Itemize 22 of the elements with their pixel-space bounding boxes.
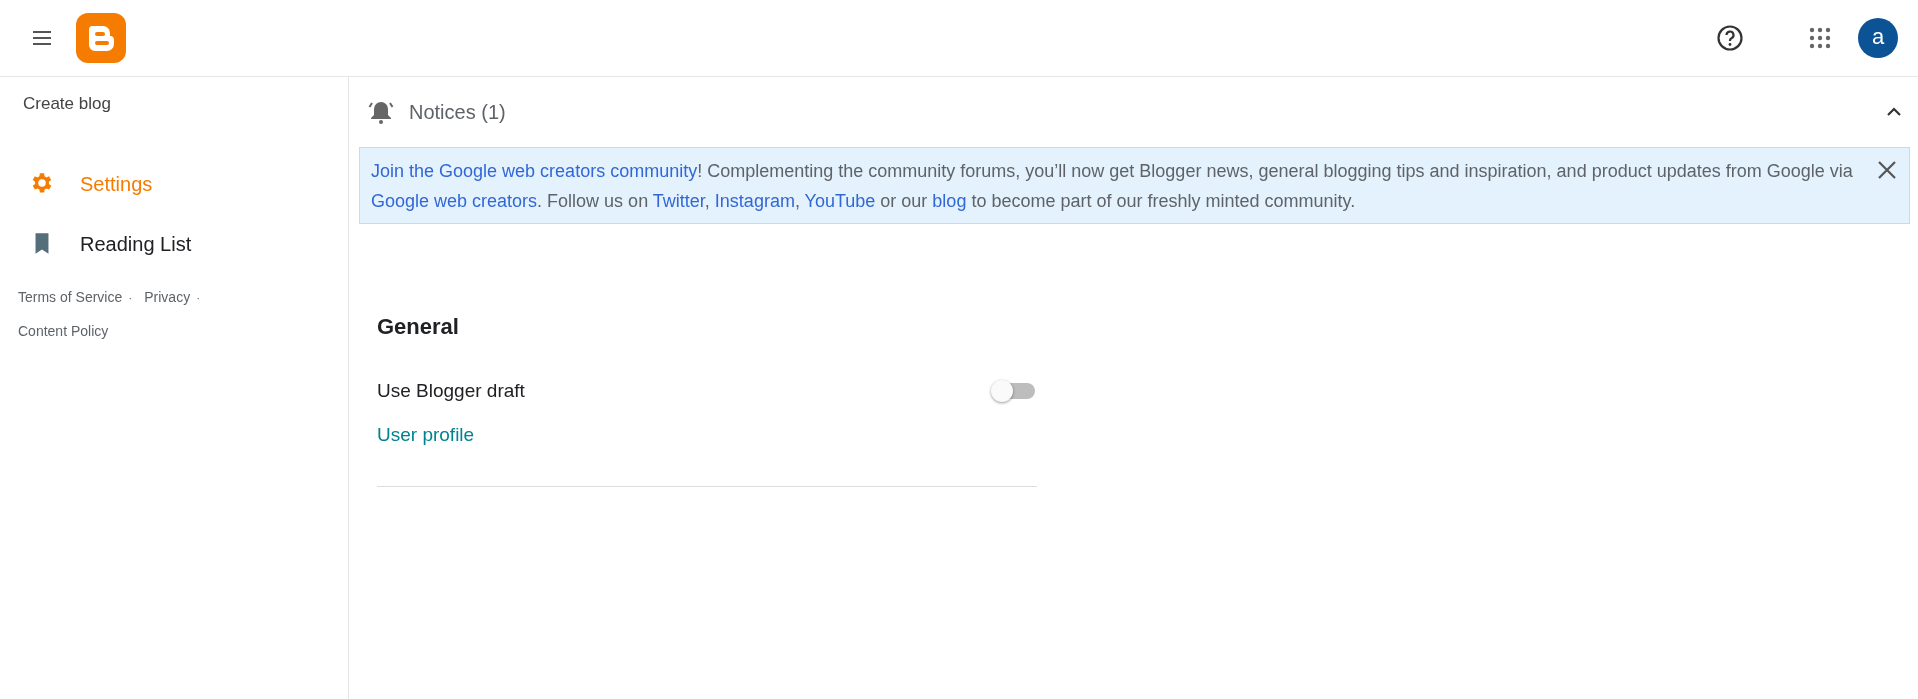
notice-link[interactable]: Twitter	[652, 191, 705, 211]
notice-message: Join the Google web creators community! Complementing the community forums, you’ll now get Blogger news, general blogging tips and inspiration, and product updates from Google via Google web creators. Follow us on Twitter, Instagram, YouTube or our blog to become part of our freshly minted community.	[371, 160, 1854, 213]
notice-link[interactable]: Join the Google web creators community	[371, 161, 698, 181]
toggle-switch[interactable]	[991, 379, 1037, 403]
notice-link[interactable]: Instagram	[714, 191, 795, 211]
section-heading: General	[377, 314, 460, 340]
separator-dot: ·	[196, 291, 201, 305]
footer-link[interactable]: Privacy	[138, 289, 197, 305]
nav-item[interactable]: Settings	[28, 170, 153, 198]
separator-dot: ·	[128, 291, 133, 305]
create-blog-button[interactable]: Create blog	[23, 94, 111, 114]
user-profile-link[interactable]: User profile	[377, 424, 475, 446]
logo-icon[interactable]	[76, 13, 126, 63]
notices-title: Notices (1)	[409, 100, 506, 124]
avatar-button[interactable]: a	[1858, 18, 1898, 58]
notice-link[interactable]: YouTube	[804, 191, 876, 211]
setting-label: Use Blogger draft	[377, 380, 525, 402]
footer-link[interactable]: Content Policy	[12, 323, 115, 339]
nav-item[interactable]: Reading List	[28, 230, 192, 258]
footer-link[interactable]: Terms of Service	[12, 289, 129, 305]
notice-link[interactable]: Google web creators	[371, 191, 538, 211]
notice-link[interactable]: blog	[932, 191, 967, 211]
